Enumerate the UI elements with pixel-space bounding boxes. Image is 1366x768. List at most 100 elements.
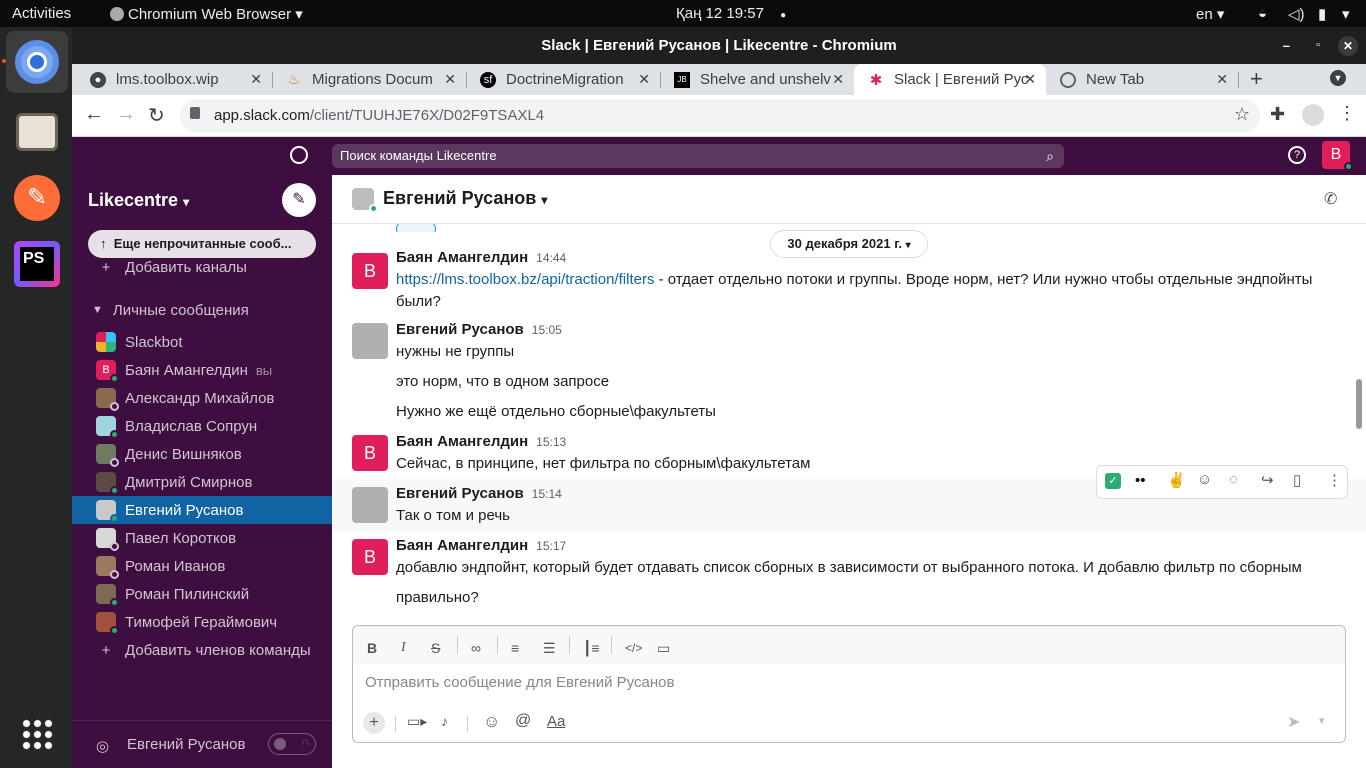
phpstorm-dock-icon[interactable]: PS [6, 233, 68, 295]
add-members-item[interactable]: + Добавить членов команды [72, 636, 332, 664]
files-dock-icon[interactable] [6, 101, 68, 163]
eyes-reaction-icon[interactable]: •• [1135, 472, 1146, 489]
message-time[interactable]: 15:17 [536, 539, 566, 553]
avatar[interactable]: B [352, 435, 388, 471]
battery-icon[interactable]: ▮ [1318, 5, 1326, 23]
app-menu[interactable]: Chromium Web Browser ▾ [110, 5, 303, 23]
message-time[interactable]: 14:44 [536, 251, 566, 265]
video-icon[interactable]: ▭▸ [407, 713, 427, 730]
avatar[interactable]: B [352, 539, 388, 575]
avatar[interactable] [352, 323, 388, 359]
tab-shelve[interactable]: JB Shelve and unshelv ✕ [660, 64, 854, 95]
minimize-icon[interactable]: – [1283, 27, 1290, 64]
code-icon[interactable]: </> [625, 641, 642, 655]
dm-item[interactable]: Slackbot [72, 328, 332, 356]
phone-icon[interactable]: ✆ [1324, 189, 1337, 209]
link-icon[interactable]: ∞ [471, 640, 481, 656]
dm-section-header[interactable]: ▼ Личные сообщения [72, 296, 332, 324]
show-apps-icon[interactable] [6, 703, 68, 765]
tab-slack[interactable]: ✱ Slack | Евгений Рус ✕ [854, 64, 1046, 95]
bold-icon[interactable]: B [367, 640, 377, 656]
history-icon[interactable] [290, 146, 308, 164]
message-author[interactable]: Баян Амангелдин 15:13 [396, 433, 566, 450]
new-tab-icon[interactable]: + [1250, 66, 1263, 92]
back-icon[interactable]: ← [84, 103, 104, 126]
bulleted-list-icon[interactable]: ☰ [543, 640, 556, 657]
send-icon[interactable]: ➤ [1287, 712, 1300, 732]
share-icon[interactable]: ↪ [1261, 471, 1274, 489]
blockquote-icon[interactable]: ┃≡ [583, 640, 600, 657]
message-scrollbar[interactable] [1356, 379, 1362, 429]
attach-plus-icon[interactable]: + [363, 712, 385, 734]
reload-icon[interactable]: ↻ [148, 103, 165, 128]
message-time[interactable]: 15:14 [532, 487, 562, 501]
close-tab-icon[interactable]: ✕ [1024, 71, 1036, 88]
message-time[interactable]: 15:13 [536, 435, 566, 449]
dm-item[interactable]: Денис Вишняков [72, 440, 332, 468]
more-actions-icon[interactable]: ⋮ [1327, 471, 1342, 489]
huddle-toggle[interactable]: ∩ [268, 733, 316, 755]
dm-item[interactable]: Роман Пилинский [72, 580, 332, 608]
message-input[interactable]: Отправить сообщение для Евгений Русанов [353, 664, 1345, 704]
dm-item[interactable]: Владислав Сопрун [72, 412, 332, 440]
tab-search-icon[interactable]: ▼ [1330, 70, 1346, 86]
language-indicator[interactable]: en ▾ [1196, 5, 1224, 23]
code-block-icon[interactable]: ▭ [657, 640, 670, 657]
workspace-switcher[interactable]: Likecentre ▾ [88, 190, 189, 211]
clock[interactable]: Қаң 12 19:57 ● [676, 5, 786, 22]
avatar[interactable]: B [352, 253, 388, 289]
raised-hands-icon[interactable]: ✌ [1167, 471, 1186, 489]
volume-icon[interactable]: ◁) [1288, 5, 1305, 23]
conversation-title[interactable]: Евгений Русанов ▾ [383, 188, 547, 209]
ordered-list-icon[interactable]: ≡ [511, 640, 519, 656]
tab-newtab[interactable]: New Tab ✕ [1046, 64, 1238, 95]
wifi-icon[interactable]: ◒ [1258, 5, 1267, 22]
italic-icon[interactable]: I [401, 640, 406, 656]
add-reaction-icon[interactable]: ☺ [1197, 471, 1212, 488]
close-tab-icon[interactable]: ✕ [832, 71, 844, 88]
message[interactable]: B Баян Амангелдин 14:44 https://lms.toolb… [332, 247, 1366, 315]
dm-item[interactable]: Роман Иванов [72, 552, 332, 580]
close-tab-icon[interactable]: ✕ [444, 71, 456, 88]
search-input[interactable]: Поиск команды Likecentre ⌕ [332, 144, 1064, 168]
strikethrough-icon[interactable]: S [431, 640, 440, 656]
close-tab-icon[interactable]: ✕ [1216, 71, 1228, 88]
avatar[interactable] [352, 487, 388, 523]
check-reaction-icon[interactable]: ✓ [1105, 473, 1121, 489]
message-author[interactable]: Евгений Русанов 15:14 [396, 485, 562, 502]
dm-item[interactable]: Александр Михайлов [72, 384, 332, 412]
message-link[interactable]: https://lms.toolbox.bz/api/traction/filt… [396, 271, 654, 288]
dm-item[interactable]: Тимофей Гераймович [72, 608, 332, 636]
add-channels-item[interactable]: + Добавить каналы [72, 253, 332, 281]
reply-thread-icon[interactable]: ◌ [1229, 471, 1238, 488]
maximize-icon[interactable]: ▫ [1316, 27, 1320, 64]
dm-item[interactable]: Павел Коротков [72, 524, 332, 552]
close-window-icon[interactable]: ✕ [1338, 36, 1358, 56]
tab-migrations[interactable]: ♨ Migrations Docum ✕ [272, 64, 466, 95]
extensions-icon[interactable]: ✚ [1270, 104, 1285, 125]
forward-icon[interactable]: → [116, 103, 136, 126]
message-author[interactable]: Баян Амангелдин 15:17 [396, 537, 566, 554]
send-options-icon[interactable]: ▾ [1319, 714, 1325, 727]
message[interactable]: B Баян Амангелдин 15:17 добавлю эндпойнт,… [332, 535, 1366, 619]
mention-icon[interactable]: @ [515, 712, 531, 730]
close-tab-icon[interactable]: ✕ [638, 71, 650, 88]
emoji-icon[interactable]: ☺ [483, 712, 500, 732]
bookmark-icon[interactable]: ▯ [1293, 471, 1301, 489]
close-tab-icon[interactable]: ✕ [250, 71, 262, 88]
browser-menu-icon[interactable]: ⋮ [1338, 103, 1356, 124]
microphone-icon[interactable]: ♪ [441, 713, 448, 729]
dm-item-active[interactable]: Евгений Русанов [72, 496, 332, 524]
message-author[interactable]: Баян Амангелдин 14:44 [396, 249, 566, 266]
dm-item[interactable]: Дмитрий Смирнов [72, 468, 332, 496]
compose-button[interactable]: ✎ [282, 183, 316, 217]
message-time[interactable]: 15:05 [532, 323, 562, 337]
tab-doctrine[interactable]: sf DoctrineMigration ✕ [466, 64, 660, 95]
address-bar[interactable]: app.slack.com/client/TUUHJE76X/D02F9TSAX… [180, 99, 1260, 133]
activities-button[interactable]: Activities [12, 5, 71, 22]
postman-dock-icon[interactable]: ✎ [6, 167, 68, 229]
huddle-icon[interactable]: ◎ [96, 737, 109, 755]
tab-lms[interactable]: ● lms.toolbox.wip ✕ [76, 64, 272, 95]
profile-icon[interactable] [1302, 104, 1324, 126]
chromium-dock-icon[interactable] [6, 31, 68, 93]
